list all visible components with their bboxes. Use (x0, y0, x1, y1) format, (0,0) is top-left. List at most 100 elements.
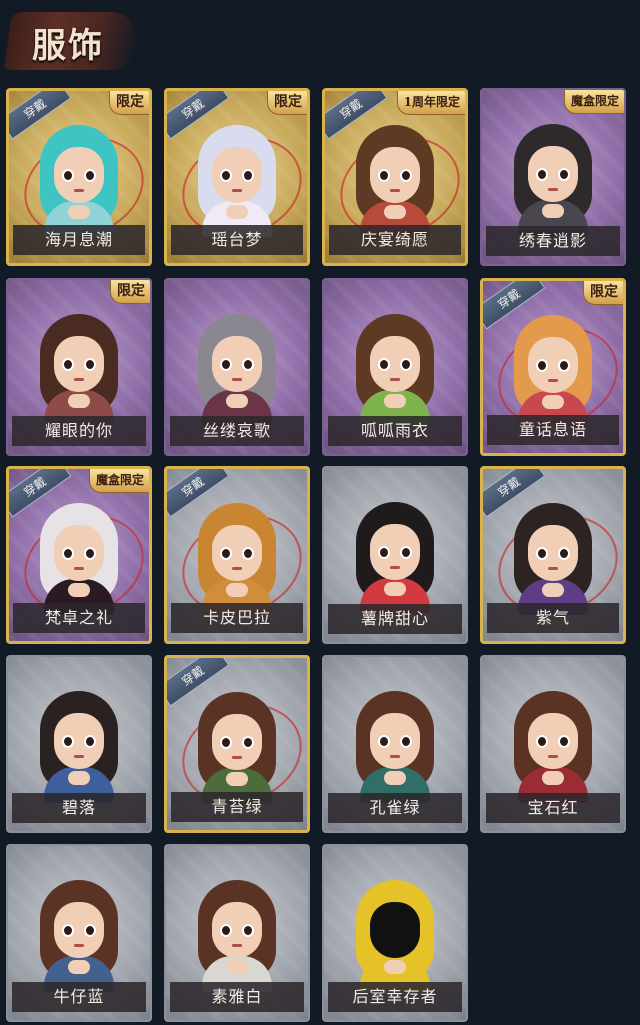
costume-card[interactable]: 呱呱雨衣 (322, 278, 468, 456)
portrait-hands (68, 394, 90, 408)
portrait-face (212, 902, 262, 958)
costume-name: 宝石红 (486, 793, 620, 823)
character-portrait (30, 499, 128, 615)
portrait-eye (242, 547, 254, 560)
character-portrait (346, 498, 444, 614)
costume-card[interactable]: 穿戴 限定 海月息潮 (6, 88, 152, 266)
portrait-mouth (390, 566, 400, 569)
character-portrait (346, 121, 444, 237)
portrait-mouth (390, 189, 400, 192)
portrait-face (370, 524, 420, 580)
portrait-mouth (390, 755, 400, 758)
costume-card[interactable]: 穿戴 限定 童话息语 (480, 278, 626, 456)
portrait-mouth (232, 189, 242, 192)
portrait-hands (68, 960, 90, 974)
portrait-eye (378, 358, 390, 371)
portrait-hands (542, 204, 564, 218)
costume-name: 绣春逍影 (486, 226, 620, 256)
costume-name: 海月息潮 (13, 225, 145, 255)
portrait-mouth (232, 378, 242, 381)
character-portrait (346, 687, 444, 803)
costume-name: 瑶台梦 (171, 225, 303, 255)
portrait-face (528, 146, 578, 202)
character-portrait (188, 688, 286, 804)
portrait-hands (384, 582, 406, 596)
portrait-eye (62, 358, 74, 371)
costume-name: 庆宴绮愿 (329, 225, 461, 255)
costume-name: 牛仔蓝 (12, 982, 146, 1012)
character-portrait (188, 310, 286, 426)
portrait-face (370, 902, 420, 958)
limited-badge: 限定 (267, 91, 307, 115)
portrait-hands (542, 395, 564, 409)
limited-badge: 限定 (109, 91, 149, 115)
costume-card[interactable]: 穿戴 魔盒限定 梵卓之礼 (6, 466, 152, 644)
character-portrait (188, 499, 286, 615)
character-portrait (30, 310, 128, 426)
portrait-mouth (74, 755, 84, 758)
portrait-face (370, 713, 420, 769)
portrait-eye (400, 358, 412, 371)
portrait-face (54, 713, 104, 769)
portrait-eye (536, 547, 548, 560)
costume-card[interactable]: 宝石红 (480, 655, 626, 833)
portrait-eye (62, 547, 74, 560)
portrait-eye (220, 547, 232, 560)
costume-name: 后室幸存者 (328, 982, 462, 1012)
portrait-hands (226, 394, 248, 408)
costume-card[interactable]: 限定 耀眼的你 (6, 278, 152, 456)
costume-card[interactable]: 牛仔蓝 (6, 844, 152, 1022)
portrait-face (54, 147, 104, 203)
costume-grid: 穿戴 限定 海月息潮 穿戴 限定 瑶台梦 穿戴 1周年限定 庆宴绮愿 魔盒限定 绣春逍影 限定 耀眼的你… (0, 0, 640, 1025)
portrait-eye (536, 359, 548, 372)
portrait-eye (84, 924, 96, 937)
portrait-eye (378, 735, 390, 748)
portrait-hands (68, 771, 90, 785)
costume-card[interactable]: 穿戴 1周年限定 庆宴绮愿 (322, 88, 468, 266)
portrait-eye (558, 359, 570, 372)
costume-card[interactable]: 穿戴 卡皮巴拉 (164, 466, 310, 644)
portrait-hands (226, 205, 248, 219)
limited-badge: 1周年限定 (396, 91, 465, 115)
costume-card[interactable]: 后室幸存者 (322, 844, 468, 1022)
portrait-eye (400, 735, 412, 748)
portrait-eye (558, 168, 570, 181)
costume-card[interactable]: 碧落 (6, 655, 152, 833)
portrait-eye (84, 547, 96, 560)
portrait-eye (220, 924, 232, 937)
portrait-eye (62, 735, 74, 748)
costume-card[interactable]: 穿戴 青苔绿 (164, 655, 310, 833)
costume-name: 童话息语 (487, 415, 619, 445)
limited-badge: 限定 (110, 280, 150, 304)
portrait-eye (242, 736, 254, 749)
portrait-hands (68, 205, 90, 219)
portrait-eye (536, 735, 548, 748)
costume-card[interactable]: 素雅白 (164, 844, 310, 1022)
portrait-mouth (74, 944, 84, 947)
portrait-eye (242, 169, 254, 182)
costume-card[interactable]: 孔雀绿 (322, 655, 468, 833)
costume-name: 紫气 (487, 603, 619, 633)
costume-card[interactable]: 丝缕哀歌 (164, 278, 310, 456)
portrait-face (54, 525, 104, 581)
portrait-face (212, 336, 262, 392)
costume-card[interactable]: 薯牌甜心 (322, 466, 468, 644)
costume-card[interactable]: 穿戴 限定 瑶台梦 (164, 88, 310, 266)
costume-card[interactable]: 穿戴 紫气 (480, 466, 626, 644)
costume-name: 卡皮巴拉 (171, 603, 303, 633)
costume-name: 呱呱雨衣 (328, 416, 462, 446)
portrait-face (212, 525, 262, 581)
portrait-hands (384, 205, 406, 219)
portrait-mouth (548, 567, 558, 570)
limited-badge: 魔盒限定 (563, 90, 624, 114)
portrait-mouth (548, 379, 558, 382)
character-portrait (504, 687, 602, 803)
costume-card[interactable]: 魔盒限定绣春逍影 (480, 88, 626, 266)
costume-name: 梵卓之礼 (13, 603, 145, 633)
portrait-mouth (390, 378, 400, 381)
portrait-hands (542, 771, 564, 785)
portrait-mouth (232, 756, 242, 759)
character-portrait (30, 687, 128, 803)
portrait-hands (384, 394, 406, 408)
portrait-eye (84, 358, 96, 371)
